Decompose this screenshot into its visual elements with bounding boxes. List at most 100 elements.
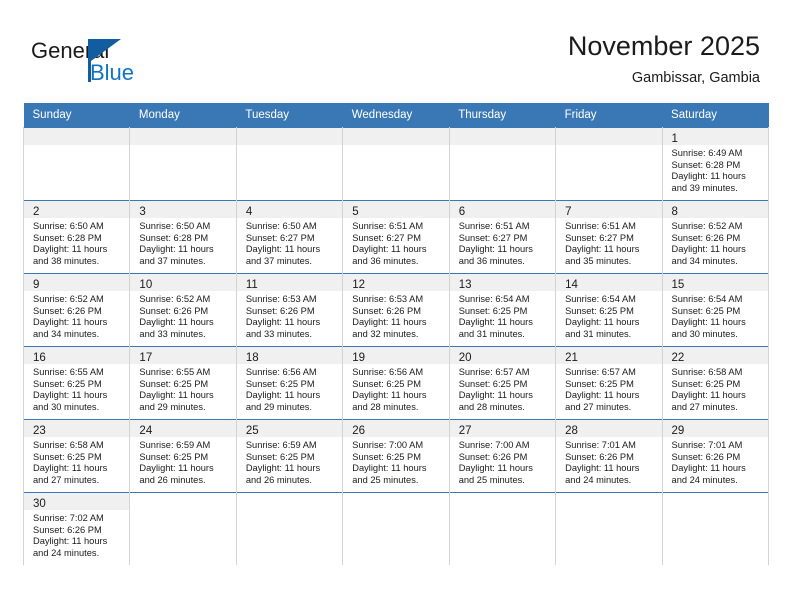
calendar-day-cell[interactable]: 2 Sunrise: 6:50 AM Sunset: 6:28 PM Daylight… <box>22 200 131 274</box>
calendar-cell-inner: 14 Sunrise: 6:54 AM Sunset: 6:25 PM Dayligh… <box>556 274 662 346</box>
daylight-text-line2: and 29 minutes. <box>245 401 312 412</box>
daylight-text-line2: and 28 minutes. <box>458 401 525 412</box>
calendar-day-cell[interactable]: 17 Sunrise: 6:55 AM Sunset: 6:25 PM Dayligh… <box>129 346 237 420</box>
calendar-cell-inner: 4 Sunrise: 6:50 AM Sunset: 6:27 PM Daylight… <box>236 201 343 273</box>
day-number-band <box>449 128 556 145</box>
calendar-day-cell[interactable]: 6 Sunrise: 6:51 AM Sunset: 6:27 PM Daylight… <box>448 200 557 274</box>
daylight-text-line2: and 25 minutes. <box>458 474 525 485</box>
calendar-day-cell[interactable]: 16 Sunrise: 6:55 AM Sunset: 6:25 PM Dayligh… <box>22 346 131 420</box>
calendar-day-cell[interactable]: 25 Sunrise: 6:59 AM Sunset: 6:25 PM Dayligh… <box>235 419 344 493</box>
sunset-text: Sunset: 6:26 PM <box>245 305 315 316</box>
calendar-cell-inner: 13 Sunrise: 6:54 AM Sunset: 6:25 PM Dayligh… <box>449 274 556 346</box>
day-number-band: 9 <box>24 274 130 291</box>
sunrise-text: Sunrise: 6:50 AM <box>139 221 211 231</box>
calendar-day-cell[interactable]: 28 Sunrise: 7:01 AM Sunset: 6:26 PM Dayligh… <box>555 419 663 493</box>
calendar-day-cell[interactable]: 21 Sunrise: 6:57 AM Sunset: 6:25 PM Dayligh… <box>555 346 663 420</box>
day-number: 27 <box>458 425 472 437</box>
sunset-text: Sunset: 6:27 PM <box>352 232 421 243</box>
day-number: 13 <box>458 279 472 291</box>
daylight-text-line2: and 36 minutes. <box>458 255 525 266</box>
general-blue-logo[interactable]: General Blue <box>31 38 191 88</box>
day-number: 5 <box>352 206 359 218</box>
calendar-cell-empty <box>555 127 663 201</box>
sunset-text: Sunset: 6:27 PM <box>458 232 528 243</box>
daylight-text-line1: Daylight: 11 hours <box>352 390 427 401</box>
sunset-text: Sunset: 6:28 PM <box>671 159 741 170</box>
daylight-text-line2: and 26 minutes. <box>245 474 312 485</box>
calendar-cell-inner: 1 Sunrise: 6:49 AM Sunset: 6:28 PM Daylight… <box>662 128 768 200</box>
daylight-text-line2: and 39 minutes. <box>671 182 738 193</box>
day-number-band: 26 <box>343 420 449 437</box>
sunset-text: Sunset: 6:25 PM <box>33 378 102 389</box>
calendar-day-cell[interactable]: 15 Sunrise: 6:54 AM Sunset: 6:25 PM Dayligh… <box>661 273 770 347</box>
daylight-text-line2: and 32 minutes. <box>352 328 419 339</box>
daylight-text-line2: and 35 minutes. <box>565 255 632 266</box>
calendar-day-cell[interactable]: 18 Sunrise: 6:56 AM Sunset: 6:25 PM Dayligh… <box>235 346 344 420</box>
calendar-day-cell[interactable]: 3 Sunrise: 6:50 AM Sunset: 6:28 PM Daylight… <box>129 200 237 274</box>
calendar-week-row: 9 Sunrise: 6:52 AM Sunset: 6:26 PM Daylight… <box>22 273 770 347</box>
day-number: 2 <box>33 206 40 218</box>
calendar-day-cell[interactable]: 26 Sunrise: 7:00 AM Sunset: 6:25 PM Dayligh… <box>342 419 450 493</box>
day-number: 12 <box>352 279 366 291</box>
daylight-text-line2: and 28 minutes. <box>352 401 419 412</box>
day-number-band: 3 <box>130 201 236 218</box>
calendar-day-cell[interactable]: 11 Sunrise: 6:53 AM Sunset: 6:26 PM Dayligh… <box>235 273 344 347</box>
calendar-day-cell[interactable]: 7 Sunrise: 6:51 AM Sunset: 6:27 PM Daylight… <box>555 200 663 274</box>
sunset-text: Sunset: 6:25 PM <box>245 451 315 462</box>
sunrise-text: Sunrise: 7:01 AM <box>671 440 743 450</box>
calendar-day-cell[interactable]: 20 Sunrise: 6:57 AM Sunset: 6:25 PM Dayligh… <box>448 346 557 420</box>
sunset-text: Sunset: 6:27 PM <box>565 232 634 243</box>
day-number: 7 <box>565 206 572 218</box>
calendar-day-cell[interactable]: 30 Sunrise: 7:02 AM Sunset: 6:26 PM Dayligh… <box>22 492 131 565</box>
day-number: 23 <box>33 425 46 437</box>
calendar-day-cell[interactable]: 23 Sunrise: 6:58 AM Sunset: 6:25 PM Dayligh… <box>22 419 131 493</box>
day-detail-lines: Sunrise: 7:00 AM Sunset: 6:26 PM Daylight:… <box>450 437 555 486</box>
calendar-cell-inner: 22 Sunrise: 6:58 AM Sunset: 6:25 PM Dayligh… <box>662 347 768 419</box>
day-detail-lines: Sunrise: 6:55 AM Sunset: 6:25 PM Daylight:… <box>24 364 129 413</box>
calendar-day-cell[interactable]: 9 Sunrise: 6:52 AM Sunset: 6:26 PM Daylight… <box>22 273 131 347</box>
day-number-band: 7 <box>556 201 662 218</box>
calendar-day-cell[interactable]: 5 Sunrise: 6:51 AM Sunset: 6:27 PM Daylight… <box>342 200 450 274</box>
day-number-band: 14 <box>556 274 662 291</box>
day-number-band: 25 <box>236 420 343 437</box>
calendar-day-cell[interactable]: 14 Sunrise: 6:54 AM Sunset: 6:25 PM Dayligh… <box>555 273 663 347</box>
sunset-text: Sunset: 6:26 PM <box>565 451 634 462</box>
sunrise-text: Sunrise: 6:52 AM <box>671 221 743 231</box>
daylight-text-line2: and 27 minutes. <box>671 401 738 412</box>
day-number-band: 6 <box>449 201 556 218</box>
daylight-text-line2: and 33 minutes. <box>245 328 312 339</box>
daylight-text-line1: Daylight: 11 hours <box>33 317 108 328</box>
calendar-day-cell[interactable]: 10 Sunrise: 6:52 AM Sunset: 6:26 PM Dayligh… <box>129 273 237 347</box>
sunrise-text: Sunrise: 6:52 AM <box>139 294 211 304</box>
sunset-text: Sunset: 6:26 PM <box>671 451 741 462</box>
sunset-text: Sunset: 6:25 PM <box>565 305 634 316</box>
calendar-day-cell[interactable]: 24 Sunrise: 6:59 AM Sunset: 6:25 PM Dayligh… <box>129 419 237 493</box>
daylight-text-line1: Daylight: 11 hours <box>671 317 746 328</box>
page-header: General Blue November 2025 Gambissar, Ga… <box>0 0 792 103</box>
calendar-day-cell[interactable]: 4 Sunrise: 6:50 AM Sunset: 6:27 PM Daylight… <box>235 200 344 274</box>
sunset-text: Sunset: 6:25 PM <box>352 378 421 389</box>
calendar-week-row: 2 Sunrise: 6:50 AM Sunset: 6:28 PM Daylight… <box>22 200 770 274</box>
calendar-day-cell[interactable]: 22 Sunrise: 6:58 AM Sunset: 6:25 PM Dayligh… <box>661 346 770 420</box>
day-detail-lines: Sunrise: 6:53 AM Sunset: 6:26 PM Daylight:… <box>343 291 448 340</box>
calendar-day-cell[interactable]: 1 Sunrise: 6:49 AM Sunset: 6:28 PM Daylight… <box>661 127 770 201</box>
calendar-day-cell[interactable]: 19 Sunrise: 6:56 AM Sunset: 6:25 PM Dayligh… <box>342 346 450 420</box>
calendar-day-cell[interactable]: 27 Sunrise: 7:00 AM Sunset: 6:26 PM Dayligh… <box>448 419 557 493</box>
calendar-day-cell[interactable]: 12 Sunrise: 6:53 AM Sunset: 6:26 PM Dayligh… <box>342 273 450 347</box>
daylight-text-line2: and 24 minutes. <box>33 547 100 558</box>
calendar-day-cell[interactable]: 8 Sunrise: 6:52 AM Sunset: 6:26 PM Daylight… <box>661 200 770 274</box>
title-block: November 2025 Gambissar, Gambia <box>568 30 760 88</box>
calendar-day-cell[interactable]: 13 Sunrise: 6:54 AM Sunset: 6:25 PM Dayligh… <box>448 273 557 347</box>
sunset-text: Sunset: 6:25 PM <box>458 378 528 389</box>
daylight-text-line1: Daylight: 11 hours <box>245 390 321 401</box>
sunrise-text: Sunrise: 6:50 AM <box>33 221 104 231</box>
calendar-cell-inner: 15 Sunrise: 6:54 AM Sunset: 6:25 PM Dayligh… <box>662 274 768 346</box>
sunset-text: Sunset: 6:25 PM <box>139 378 209 389</box>
sunrise-text: Sunrise: 6:56 AM <box>245 367 317 377</box>
calendar-cell-inner: 27 Sunrise: 7:00 AM Sunset: 6:26 PM Dayligh… <box>449 420 556 492</box>
calendar-day-cell[interactable]: 29 Sunrise: 7:01 AM Sunset: 6:26 PM Dayligh… <box>661 419 770 493</box>
day-number: 1 <box>671 133 678 145</box>
sunset-text: Sunset: 6:27 PM <box>245 232 315 243</box>
day-detail-lines: Sunrise: 6:52 AM Sunset: 6:26 PM Daylight:… <box>24 291 129 340</box>
daylight-text-line1: Daylight: 11 hours <box>139 390 214 401</box>
